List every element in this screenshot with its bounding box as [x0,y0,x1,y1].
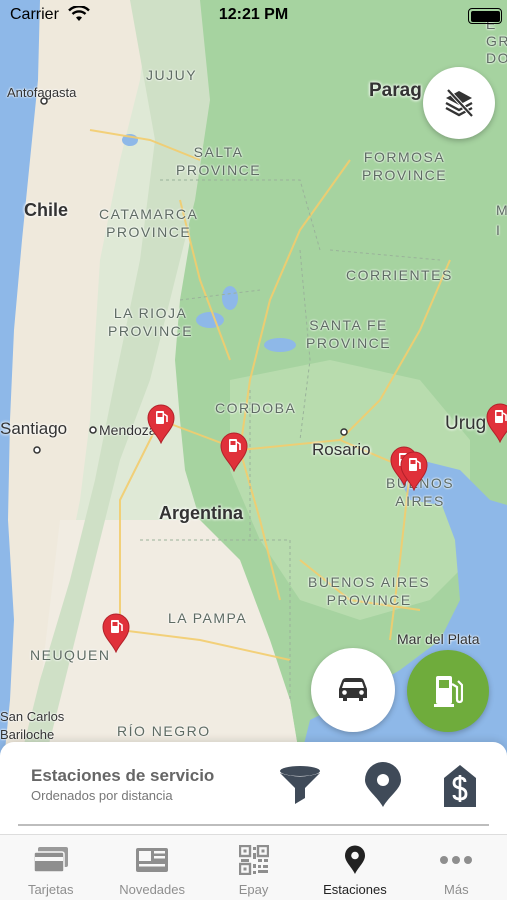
station-pin[interactable] [486,403,507,444]
tab-epay[interactable]: Epay [203,835,304,900]
location-filter-button[interactable] [364,762,402,813]
status-bar: Carrier 12:21 PM [0,0,507,32]
station-pin[interactable] [220,432,248,473]
location-pin-icon [344,845,365,874]
tab-label: Novedades [119,882,185,897]
more-dots-icon [440,856,473,864]
news-icon [136,848,169,872]
fuel-stations-button[interactable] [407,650,489,732]
tab-label: Estaciones [323,882,387,897]
cards-icon [32,847,68,873]
tab-mas[interactable]: Más [406,835,507,900]
price-filter-button[interactable] [442,764,478,813]
sheet-subtitle: Ordenados por distancia [31,788,173,803]
tab-novedades[interactable]: Novedades [101,835,202,900]
map-pin-icon [365,762,401,807]
tab-bar: Tarjetas Novedades Epay Estaciones Más [0,834,507,900]
qr-code-icon [238,845,269,875]
tab-tarjetas[interactable]: Tarjetas [0,835,101,900]
station-pin[interactable] [147,404,175,445]
tab-label: Epay [238,882,269,897]
fuel-pin-icon [400,451,428,492]
clock: 12:21 PM [218,6,289,23]
sheet-title: Estaciones de servicio [31,766,215,785]
filter-button[interactable] [279,764,321,813]
fuel-pin-icon [486,403,507,444]
filter-funnel-icon [280,766,320,804]
price-tag-icon [444,765,476,807]
station-pin[interactable] [400,451,428,492]
fuel-pin-icon [147,404,175,445]
car-mode-button[interactable] [311,648,395,732]
fuel-pump-icon [434,676,463,707]
fuel-pin-icon [102,613,130,654]
battery-icon [468,8,502,24]
tab-label: Más [444,882,469,897]
map-layers-button[interactable] [423,67,495,139]
sheet-divider [18,824,489,826]
tab-estaciones[interactable]: Estaciones [304,835,405,900]
tab-label: Tarjetas [27,882,74,897]
station-pin[interactable] [102,613,130,654]
car-icon [339,678,367,701]
layers-off-icon [445,88,474,118]
stations-sheet: Estaciones de servicio Ordenados por dis… [0,742,507,834]
fuel-pin-icon [220,432,248,473]
